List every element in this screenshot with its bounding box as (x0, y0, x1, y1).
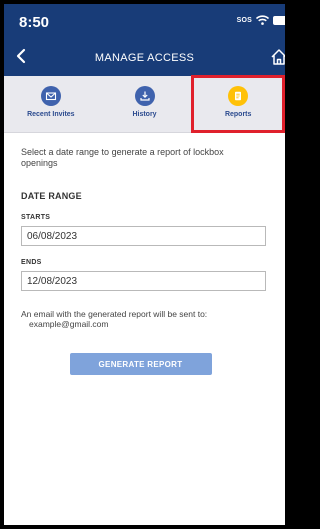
intro-text: Select a date range to generate a report… (21, 147, 224, 168)
wifi-icon (256, 15, 269, 25)
tab-reports[interactable]: Reports (191, 75, 285, 133)
sos-indicator: SOS (236, 16, 252, 24)
status-indicators: SOS (237, 15, 285, 25)
home-icon[interactable] (270, 48, 285, 66)
start-date-field[interactable]: 06/08/2023 (21, 226, 266, 246)
email-note: An email with the generated report will … (21, 309, 268, 329)
tab-recent-invites[interactable]: Recent Invites (4, 76, 98, 132)
status-time: 8:50 (19, 14, 50, 31)
email-note-text: An email with the generated report will … (21, 309, 208, 319)
report-form: Select a date range to generate a report… (4, 133, 285, 375)
generate-report-button[interactable]: GENERATE REPORT (69, 353, 212, 375)
tab-bar: Recent Invites History Reports (4, 75, 285, 133)
email-address: example@gmail.com (29, 319, 109, 329)
page-title: MANAGE ACCESS (94, 52, 195, 64)
starts-label: STARTS (21, 214, 51, 221)
tab-history[interactable]: History (98, 76, 192, 132)
phone-screen: 8:50 SOS MANAGE ACCESS Recent Invites Hi… (4, 4, 285, 525)
date-range-heading: DATE RANGE (21, 191, 82, 201)
tab-label: Recent Invites (27, 111, 75, 118)
selection-highlight (191, 75, 285, 133)
ends-label: ENDS (21, 259, 42, 266)
app-header: 8:50 SOS MANAGE ACCESS (4, 4, 285, 76)
download-icon (134, 86, 155, 106)
battery-icon (273, 15, 285, 25)
tab-label: History (132, 111, 157, 118)
envelope-icon (40, 86, 61, 106)
end-date-field[interactable]: 12/08/2023 (21, 271, 266, 291)
